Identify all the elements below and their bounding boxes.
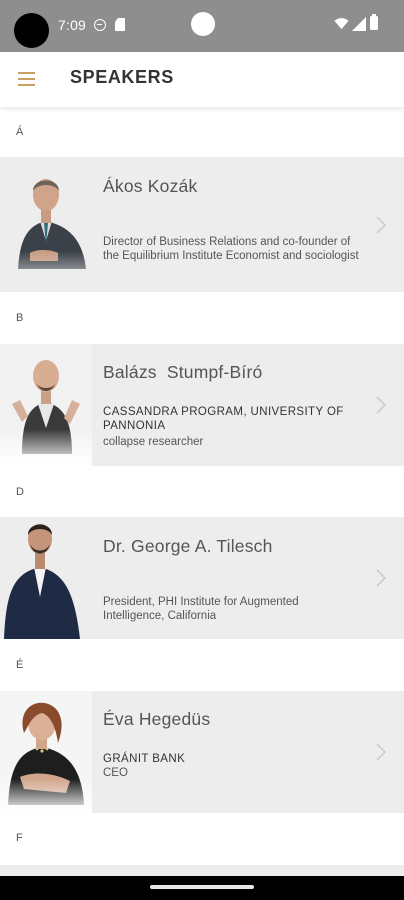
do-not-disturb-icon bbox=[94, 19, 106, 31]
signal-icon bbox=[352, 17, 366, 31]
speaker-name: Balázs Stumpf-Bíró bbox=[103, 362, 263, 382]
section-letter: É bbox=[16, 659, 24, 671]
speaker-row[interactable]: Dr. George A. Tilesch President, PHI Ins… bbox=[0, 517, 404, 639]
speaker-photo bbox=[0, 344, 92, 466]
speaker-row[interactable]: Ákos Kozák Director of Business Relation… bbox=[0, 157, 404, 292]
page-title: SPEAKERS bbox=[70, 67, 174, 87]
speaker-organization: CASSANDRA PROGRAM, UNIVERSITY OF PANNONI… bbox=[103, 406, 344, 432]
speaker-description: CEO bbox=[103, 767, 128, 779]
app-bar: SPEAKERS bbox=[0, 52, 404, 107]
speaker-name: Dr. George A. Tilesch bbox=[103, 536, 273, 556]
speaker-row[interactable]: Balázs Stumpf-Bíró CASSANDRA PROGRAM, UN… bbox=[0, 344, 404, 466]
speaker-organization: GRÁNIT BANK bbox=[103, 753, 186, 765]
wifi-icon bbox=[334, 18, 349, 30]
camera-cutout bbox=[14, 13, 49, 48]
sim-card-icon bbox=[115, 18, 125, 31]
speaker-description: President, PHI Institute for Augmented I… bbox=[103, 596, 299, 622]
section-letter: D bbox=[16, 486, 24, 498]
speaker-description: Director of Business Relations and co-fo… bbox=[103, 236, 359, 262]
navigation-bar bbox=[0, 876, 404, 900]
chevron-right-icon bbox=[376, 569, 386, 587]
section-letter: B bbox=[16, 312, 24, 324]
battery-icon bbox=[370, 14, 378, 30]
speaker-row[interactable] bbox=[0, 865, 404, 876]
chevron-right-icon bbox=[376, 216, 386, 234]
status-time: 7:09 bbox=[58, 17, 87, 33]
hamburger-menu-icon[interactable] bbox=[18, 72, 35, 86]
chevron-right-icon bbox=[376, 396, 386, 414]
speaker-name: Ákos Kozák bbox=[103, 176, 198, 196]
speaker-photo bbox=[0, 691, 92, 813]
chevron-right-icon bbox=[376, 743, 386, 761]
front-camera-notch bbox=[191, 12, 215, 36]
speaker-photo bbox=[0, 517, 92, 639]
home-gesture-handle[interactable] bbox=[150, 885, 254, 889]
status-bar: 7:09 bbox=[0, 0, 404, 52]
section-letter: F bbox=[16, 832, 23, 844]
speaker-row[interactable]: Éva Hegedüs GRÁNIT BANK CEO bbox=[0, 691, 404, 813]
speaker-photo bbox=[0, 157, 92, 292]
section-letter: Á bbox=[16, 126, 24, 138]
speaker-description: collapse researcher bbox=[103, 436, 204, 448]
speaker-name: Éva Hegedüs bbox=[103, 709, 211, 729]
